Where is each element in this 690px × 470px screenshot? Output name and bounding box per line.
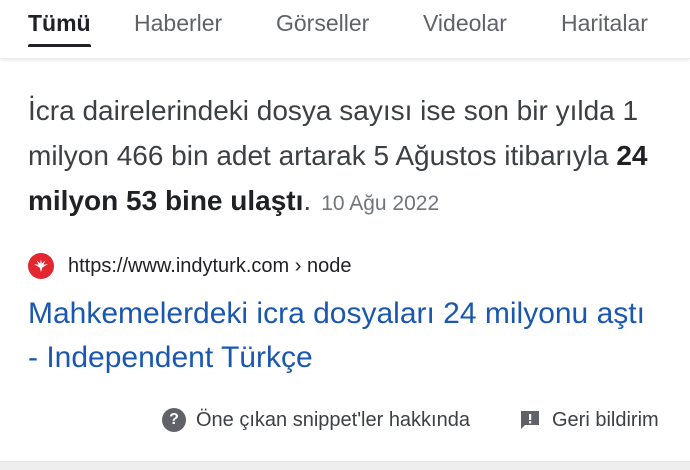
feedback-label: Geri bildirim <box>552 408 659 431</box>
search-tabs: Tümü Haberler Görseller Videolar Harital… <box>0 0 690 59</box>
indyturk-favicon-icon <box>28 253 54 279</box>
active-tab-indicator <box>28 44 91 47</box>
featured-snippet-text: İcra dairelerindeki dosya sayısı ise son… <box>28 88 668 226</box>
about-snippets-link[interactable]: ? Öne çıkan snippet'ler hakkında <box>162 408 470 432</box>
about-snippets-label: Öne çıkan snippet'ler hakkında <box>196 408 470 431</box>
tab-maps[interactable]: Haritalar <box>561 10 648 37</box>
snippet-text: İcra dairelerindeki dosya sayısı ise son… <box>28 95 639 171</box>
tab-images[interactable]: Görseller <box>276 10 369 37</box>
tab-videos[interactable]: Videolar <box>423 10 507 37</box>
result-source[interactable]: https://www.indyturk.com › node <box>28 252 351 280</box>
tab-all[interactable]: Tümü <box>28 10 91 37</box>
snippet-footer: ? Öne çıkan snippet'ler hakkında Geri bi… <box>0 404 690 440</box>
feedback-link[interactable]: Geri bildirim <box>518 408 659 432</box>
feedback-icon <box>518 408 542 432</box>
result-url[interactable]: https://www.indyturk.com › node <box>68 255 351 278</box>
result-title-link[interactable]: Mahkemelerdeki icra dosyaları 24 milyonu… <box>28 292 658 380</box>
help-icon: ? <box>162 408 186 432</box>
snippet-trailing-text: . <box>303 185 312 216</box>
snippet-date: 10 Ağu 2022 <box>321 192 440 215</box>
tab-news[interactable]: Haberler <box>134 10 222 37</box>
